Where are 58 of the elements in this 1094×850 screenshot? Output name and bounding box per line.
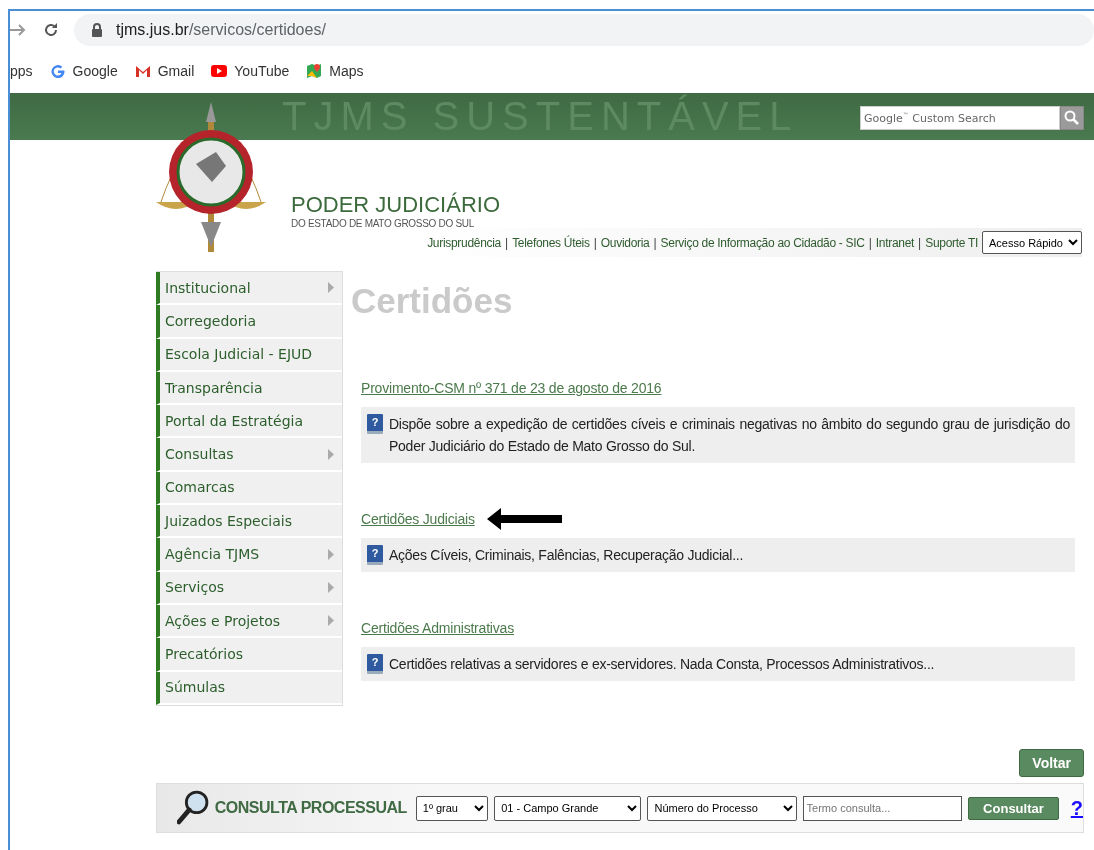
bookmark-link[interactable]: Maps: [305, 62, 364, 80]
section-link[interactable]: Certidões Judiciais: [361, 511, 475, 527]
search-icon: [1063, 109, 1081, 127]
sidebar-item[interactable]: Súmulas: [156, 671, 342, 705]
magnifier-icon: [177, 789, 209, 827]
district-dropdown[interactable]: 01 - Campo Grande: [494, 795, 642, 821]
separator-text: |: [653, 235, 657, 250]
description-text: Ações Cíveis, Criminais, Falências, Recuperação Judicial...: [389, 546, 744, 565]
search-term-field[interactable]: Termo consulta...: [802, 795, 963, 821]
section-link[interactable]: Certidões Administrativas: [361, 620, 514, 636]
help-link[interactable]: ?: [1070, 796, 1083, 820]
sidebar-item[interactable]: Juizados Especiais: [156, 505, 342, 539]
bookmark-link[interactable]: YouTube: [210, 62, 290, 80]
separator-text: |: [505, 235, 509, 250]
bookmark-link[interactable]: pps: [10, 63, 33, 79]
description-text: Certidões relativas a servidores e ex-servidores. Nada Consta, Processos Administrativos...: [389, 655, 935, 674]
help-book-icon: ?: [367, 654, 383, 674]
sidebar-item[interactable]: Institucional: [156, 272, 342, 306]
header-link[interactable]: Intranet: [875, 235, 915, 250]
search-field[interactable]: Google$^{™}$ Custom Search: [860, 106, 1060, 130]
reload-icon[interactable]: [42, 21, 60, 39]
back-button[interactable]: Voltar: [1019, 749, 1084, 777]
header-link[interactable]: Serviço de Informação ao Cidadão - SIC: [660, 235, 865, 250]
header-link[interactable]: Suporte TI: [925, 235, 978, 250]
play-icon: [210, 62, 229, 80]
sidebar-item[interactable]: Escola Judicial - EJUD: [156, 338, 342, 372]
section-link[interactable]: Provimento-CSM nº 371 de 23 de agosto de 2016: [361, 380, 662, 396]
sidebar-item[interactable]: Agência TJMS: [156, 538, 342, 572]
search-type-dropdown[interactable]: Número do Processo: [647, 795, 797, 821]
sidebar-item[interactable]: Corregedoria: [156, 305, 342, 339]
help-book-icon: ?: [367, 414, 383, 434]
help-book-icon: ?: [367, 545, 383, 565]
sidebar-item[interactable]: Portal da Estratégia: [156, 405, 342, 439]
header-link[interactable]: Jurisprudência: [427, 235, 501, 250]
separator-text: |: [593, 235, 597, 250]
bookmark-link[interactable]: Gmail: [133, 62, 195, 80]
sidebar-item[interactable]: Transparência: [156, 371, 342, 406]
organization-name: PODER JUDICIÁRIO: [291, 192, 501, 218]
bookmark-link[interactable]: Google: [48, 62, 118, 80]
description-text: Dispõe sobre a expedição de certidões cíveis e criminais negativas no âmbito do segundo grau de jurisdição do Poder Judiciário do Estado de Mato Grosso do Sul.: [389, 415, 1070, 456]
search-button[interactable]: [1060, 106, 1084, 130]
organization-subtitle: DO ESTADO DE MATO GROSSO DO SUL: [291, 218, 475, 229]
sidebar-item[interactable]: Comarcas: [156, 471, 342, 506]
sidebar-item[interactable]: Precatórios: [156, 638, 342, 672]
header-link[interactable]: Telefones Úteis: [512, 235, 590, 250]
url-text: tjms.jus.br/servicos/certidoes/: [116, 21, 326, 39]
search-panel-title: CONSULTA PROCESSUAL: [214, 799, 407, 817]
address-bar[interactable]: tjms.jus.br/servicos/certidoes/: [74, 14, 1094, 46]
consult-button[interactable]: Consultar: [968, 796, 1059, 820]
sidebar-item[interactable]: Serviços: [156, 571, 342, 605]
map-icon: [305, 62, 324, 80]
separator-text: |: [918, 235, 922, 250]
quick-access-dropdown[interactable]: Acesso Rápido: [982, 231, 1082, 254]
sidebar-item[interactable]: Consultas: [156, 438, 342, 472]
separator-text: |: [868, 235, 872, 250]
sidebar-item[interactable]: Ações e Projetos: [156, 604, 342, 639]
header-link[interactable]: Ouvidoria: [600, 235, 650, 250]
instance-dropdown[interactable]: 1º grau: [415, 795, 489, 821]
